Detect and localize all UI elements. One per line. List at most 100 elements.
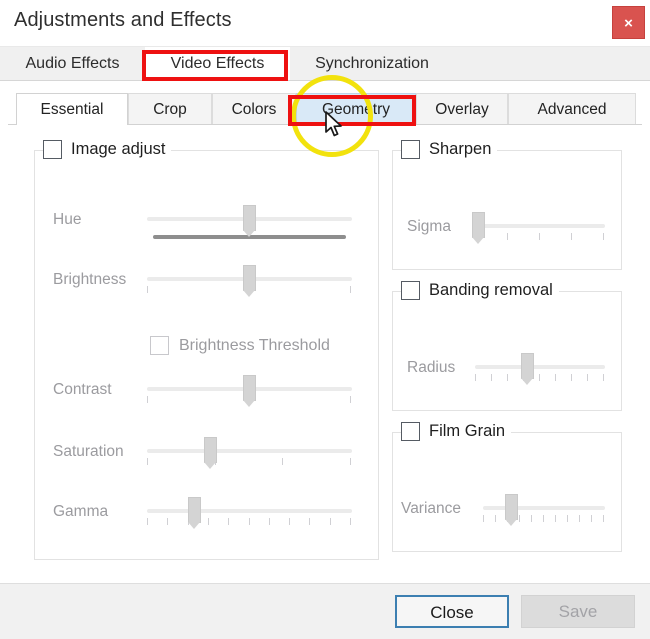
slider-thumb[interactable] [243, 205, 256, 237]
checkbox-image-adjust[interactable] [43, 140, 62, 159]
slider-label-radius: Radius [407, 359, 456, 376]
slider-track[interactable] [475, 365, 605, 369]
slider-track[interactable] [147, 509, 352, 513]
slider-thumb[interactable] [188, 497, 201, 529]
slider-contrast[interactable]: Contrast [35, 369, 380, 409]
save-button[interactable]: Save [521, 595, 635, 628]
slider-sigma[interactable]: Sigma [393, 206, 623, 246]
slider-thumb[interactable] [243, 265, 256, 297]
slider-tick [567, 515, 568, 522]
slider-tick [147, 458, 148, 465]
slider-ticks [475, 374, 605, 381]
slider-tick [587, 374, 588, 381]
slider-thumb[interactable] [472, 212, 485, 244]
slider-gamma[interactable]: Gamma [35, 491, 380, 531]
group-sharpen-header: Sharpen [401, 140, 498, 159]
slider-tick [350, 518, 351, 525]
slider-saturation[interactable]: Saturation [35, 431, 380, 471]
tab-geometry[interactable]: Geometry [296, 93, 416, 125]
checkbox-banding-removal[interactable] [401, 281, 420, 300]
group-banding-removal-header: Banding removal [401, 281, 559, 300]
slider-thumb[interactable] [204, 437, 217, 469]
tab-audio-effects[interactable]: Audio Effects [0, 47, 145, 80]
slider-tick [228, 518, 229, 525]
slider-track[interactable] [483, 506, 605, 510]
slider-tick [543, 515, 544, 522]
slider-tick [555, 515, 556, 522]
slider-label-saturation: Saturation [53, 443, 124, 460]
slider-tick [330, 518, 331, 525]
slider-tick [507, 233, 508, 240]
tab-overlay[interactable]: Overlay [416, 93, 508, 125]
slider-tick [579, 515, 580, 522]
group-sharpen: Sharpen Sigma [392, 140, 623, 270]
slider-tick [147, 286, 148, 293]
slider-tick [603, 374, 604, 381]
tab-advanced[interactable]: Advanced [508, 93, 636, 125]
tab-colors[interactable]: Colors [212, 93, 296, 125]
checkbox-brightness-threshold[interactable] [150, 336, 169, 355]
slider-tick [249, 518, 250, 525]
checkbox-row-brightness-threshold: Brightness Threshold [150, 336, 330, 355]
group-film-grain-label: Film Grain [429, 422, 506, 440]
group-film-grain: Film Grain Variance [392, 422, 623, 552]
tab-crop[interactable]: Crop [128, 93, 212, 125]
slider-tick [282, 458, 283, 465]
slider-tick [350, 286, 351, 293]
slider-label-contrast: Contrast [53, 381, 112, 398]
titlebar: Adjustments and Effects × [0, 0, 650, 47]
slider-thumb[interactable] [243, 375, 256, 407]
group-image-adjust-label: Image adjust [71, 140, 166, 158]
slider-ticks [147, 458, 352, 465]
tab-content-essential: Image adjust Hue Brightness Contrast Satura… [8, 125, 642, 580]
tab-synchronization[interactable]: Synchronization [292, 47, 452, 80]
slider-tick [555, 374, 556, 381]
slider-track[interactable] [475, 224, 605, 228]
group-banding-removal: Banding removal Radius [392, 281, 623, 411]
checkbox-sharpen[interactable] [401, 140, 420, 159]
slider-tick [167, 518, 168, 525]
slider-brightness[interactable]: Brightness [35, 259, 380, 299]
slider-ticks [475, 233, 605, 240]
slider-tick [603, 515, 604, 522]
slider-tick [289, 518, 290, 525]
inner-tab-strip: Essential Crop Colors Geometry Overlay A… [8, 93, 642, 125]
slider-thumb[interactable] [521, 353, 534, 385]
slider-tick [491, 374, 492, 381]
slider-tick [350, 458, 351, 465]
group-image-adjust-header: Image adjust [43, 140, 172, 159]
slider-tick [539, 233, 540, 240]
slider-tick [475, 374, 476, 381]
close-button[interactable]: Close [395, 595, 509, 628]
slider-label-brightness: Brightness [53, 271, 127, 288]
slider-ticks [147, 518, 352, 525]
slider-track[interactable] [147, 449, 352, 453]
slider-tick [350, 396, 351, 403]
slider-tick [147, 396, 148, 403]
slider-tick [507, 374, 508, 381]
slider-label-sigma: Sigma [407, 218, 451, 235]
checkbox-film-grain[interactable] [401, 422, 420, 441]
slider-hue[interactable]: Hue [35, 199, 380, 239]
slider-tick [483, 515, 484, 522]
slider-tick [269, 518, 270, 525]
slider-variance[interactable]: Variance [393, 488, 623, 528]
group-image-adjust: Image adjust Hue Brightness Contrast Satura… [34, 140, 380, 560]
slider-label-variance: Variance [401, 500, 462, 517]
slider-tick [208, 518, 209, 525]
slider-tick [603, 233, 604, 240]
outer-tab-filler [452, 47, 650, 80]
slider-thumb[interactable] [505, 494, 518, 526]
group-sharpen-label: Sharpen [429, 140, 492, 158]
slider-tick [531, 515, 532, 522]
slider-radius[interactable]: Radius [393, 347, 623, 387]
slider-tick [539, 374, 540, 381]
group-banding-removal-label: Banding removal [429, 281, 553, 299]
tab-essential[interactable]: Essential [16, 93, 128, 125]
slider-tick [495, 515, 496, 522]
slider-tick [147, 518, 148, 525]
tab-video-effects[interactable]: Video Effects [145, 47, 290, 80]
close-x-icon[interactable]: × [612, 6, 645, 39]
slider-tick [571, 374, 572, 381]
adjustments-and-effects-dialog: Adjustments and Effects × Audio Effects … [0, 0, 650, 639]
